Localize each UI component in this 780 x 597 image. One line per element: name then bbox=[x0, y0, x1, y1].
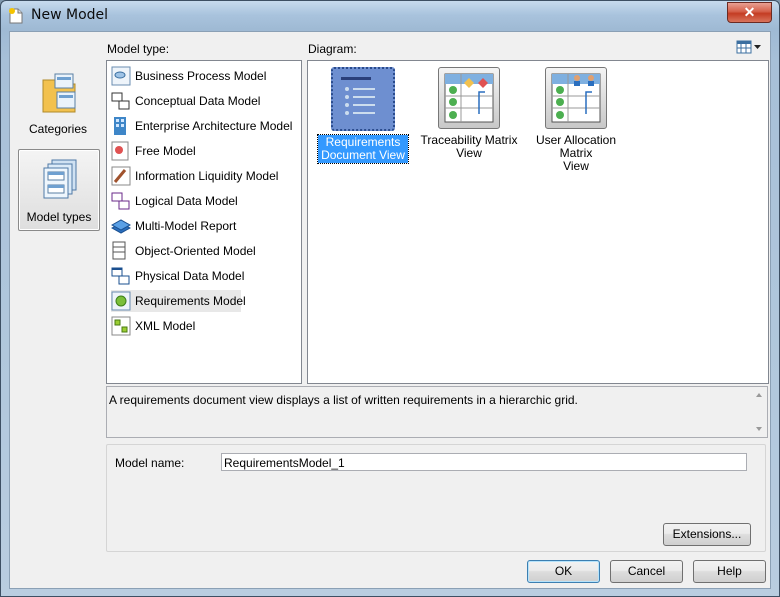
diagram-heading: Diagram: bbox=[308, 42, 357, 56]
list-item-label: Logical Data Model bbox=[135, 194, 238, 208]
list-item-label: Enterprise Architecture Model bbox=[135, 119, 293, 133]
list-item-object-oriented-model[interactable]: Object-Oriented Model bbox=[111, 240, 256, 262]
diagram-caption: User Allocation Matrix View bbox=[521, 133, 631, 174]
diagram-item-requirements-document-view[interactable]: Requirements Document View bbox=[308, 67, 418, 164]
diagram-caption: Requirements Document View bbox=[317, 134, 409, 164]
diagram-list[interactable]: Requirements Document View Traceability … bbox=[307, 60, 769, 384]
model-type-list[interactable]: Business Process Model Conceptual Data M… bbox=[106, 60, 302, 384]
requirements-document-view-icon bbox=[331, 67, 395, 131]
category-item-model-types[interactable]: Model types bbox=[18, 149, 100, 231]
ok-button[interactable]: OK bbox=[527, 560, 600, 583]
list-item-label: Business Process Model bbox=[135, 69, 267, 83]
extensions-button[interactable]: Extensions... bbox=[663, 523, 751, 546]
list-item-free-model[interactable]: Free Model bbox=[111, 140, 241, 162]
conceptual-data-model-icon bbox=[111, 92, 130, 110]
list-item-requirements-model[interactable]: Requirements Model bbox=[111, 290, 246, 312]
list-item-conceptual-data-model[interactable]: Conceptual Data Model bbox=[111, 90, 260, 112]
description-text: A requirements document view displays a … bbox=[109, 393, 578, 407]
diagram-item-traceability-matrix-view[interactable]: Traceability Matrix View bbox=[414, 67, 524, 161]
folder-categories-icon bbox=[42, 73, 76, 113]
enterprise-architecture-model-icon bbox=[114, 117, 126, 135]
logical-data-model-icon bbox=[111, 192, 130, 210]
list-item-label: Free Model bbox=[135, 144, 196, 158]
list-item-label: Multi-Model Report bbox=[135, 219, 237, 233]
requirements-model-icon bbox=[111, 291, 131, 311]
category-label: Categories bbox=[28, 122, 88, 136]
free-model-icon bbox=[111, 141, 129, 161]
list-item-logical-data-model[interactable]: Logical Data Model bbox=[111, 190, 241, 212]
diagram-caption-line1: Traceability Matrix bbox=[420, 133, 518, 147]
list-item-label: Conceptual Data Model bbox=[135, 94, 261, 108]
diagram-caption-line2: View bbox=[563, 159, 589, 173]
model-type-heading: Model type: bbox=[107, 42, 170, 56]
list-item-label: Information Liquidity Model bbox=[135, 169, 279, 183]
list-item-enterprise-architecture-model[interactable]: Enterprise Architecture Model bbox=[111, 115, 292, 137]
business-process-model-icon bbox=[111, 66, 131, 86]
diagram-caption-line2: View bbox=[456, 146, 482, 160]
description-box[interactable]: A requirements document view displays a … bbox=[106, 386, 768, 438]
diagram-caption-line1: Requirements bbox=[325, 135, 401, 149]
list-item-label: Physical Data Model bbox=[135, 269, 245, 283]
list-item-label: XML Model bbox=[135, 319, 196, 333]
physical-data-model-icon bbox=[111, 267, 130, 285]
model-types-icon bbox=[43, 159, 77, 199]
new-model-dialog: New Model ✕ Categories Model types Model… bbox=[0, 0, 780, 597]
diagram-caption-line2: Document View bbox=[321, 148, 405, 162]
category-pane: Categories Model types bbox=[10, 32, 106, 588]
model-name-input[interactable]: RequirementsModel_1 bbox=[221, 453, 747, 471]
category-label: Model types bbox=[26, 210, 92, 224]
user-allocation-matrix-view-icon bbox=[545, 67, 607, 129]
list-item-information-liquidity-model[interactable]: Information Liquidity Model bbox=[111, 165, 278, 187]
new-model-icon bbox=[9, 8, 23, 24]
category-item-categories[interactable]: Categories bbox=[18, 62, 98, 142]
diagram-caption: Traceability Matrix View bbox=[418, 133, 521, 161]
help-button[interactable]: Help bbox=[693, 560, 766, 583]
list-item-label: Requirements Model bbox=[135, 294, 246, 308]
dialog-client-area: Categories Model types Model type: Busin… bbox=[9, 31, 771, 589]
model-name-label: Model name: bbox=[115, 456, 185, 470]
list-item-xml-model[interactable]: XML Model bbox=[111, 315, 241, 337]
view-mode-dropdown-icon[interactable] bbox=[736, 39, 762, 55]
cancel-button[interactable]: Cancel bbox=[610, 560, 683, 583]
model-name-group: Model name: RequirementsModel_1 Extensio… bbox=[106, 444, 766, 552]
list-item-physical-data-model[interactable]: Physical Data Model bbox=[111, 265, 245, 287]
diagram-item-user-allocation-matrix-view[interactable]: User Allocation Matrix View bbox=[521, 67, 631, 174]
information-liquidity-model-icon bbox=[111, 166, 131, 186]
window-title: New Model bbox=[31, 7, 109, 23]
description-scrollbar[interactable] bbox=[751, 387, 767, 437]
object-oriented-model-icon bbox=[112, 241, 126, 260]
list-item-business-process-model[interactable]: Business Process Model bbox=[111, 65, 266, 87]
diagram-caption-line1: User Allocation Matrix bbox=[535, 133, 617, 160]
traceability-matrix-view-icon bbox=[438, 67, 500, 129]
list-item-multi-model-report[interactable]: Multi-Model Report bbox=[111, 215, 241, 237]
xml-model-icon bbox=[111, 316, 131, 336]
title-bar[interactable]: New Model ✕ bbox=[1, 1, 779, 31]
close-button[interactable]: ✕ bbox=[727, 2, 772, 23]
multi-model-report-icon bbox=[111, 219, 131, 234]
list-item-label: Object-Oriented Model bbox=[135, 244, 256, 258]
